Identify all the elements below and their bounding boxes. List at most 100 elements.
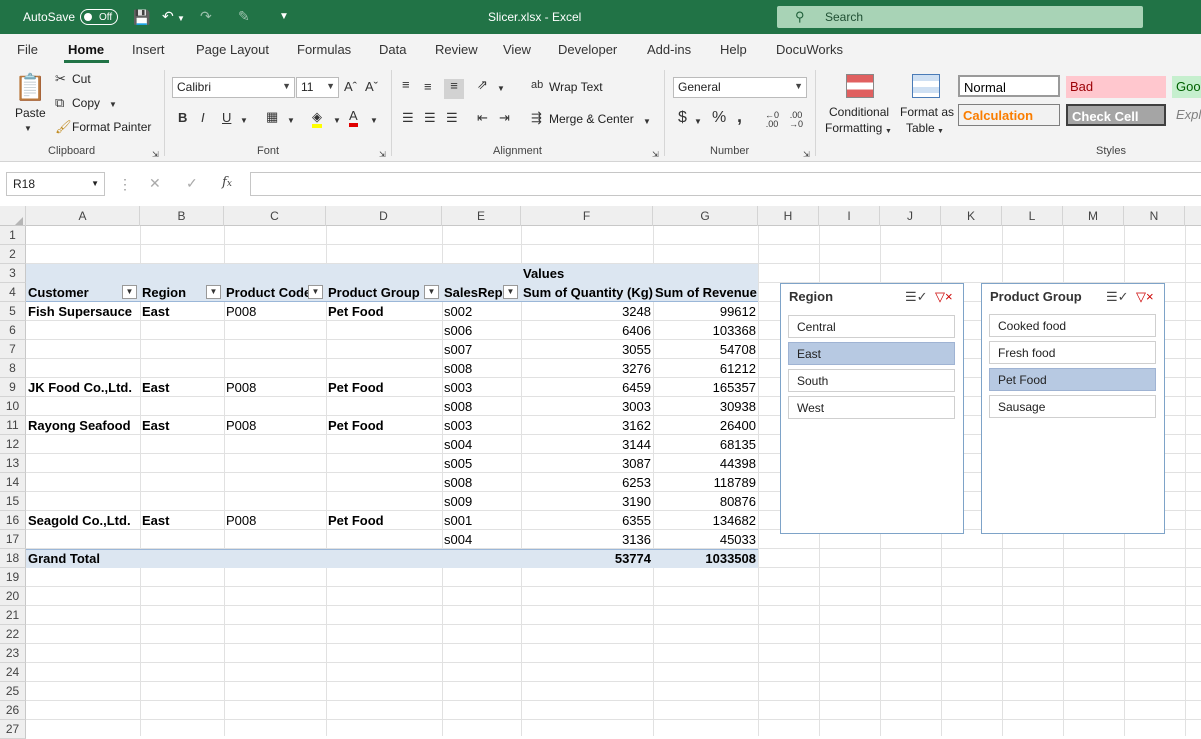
pivot-cell-group[interactable] (326, 359, 442, 378)
draw-icon[interactable]: ✎ (238, 9, 250, 23)
pivot-cell-code[interactable] (224, 321, 326, 340)
style-normal[interactable]: Normal (958, 75, 1060, 97)
column-header[interactable]: F (521, 206, 653, 226)
format-as-table-line1[interactable]: Format as (900, 105, 954, 119)
pivot-cell-region[interactable]: East (140, 302, 224, 321)
customize-toolbar-icon[interactable]: ▼ (279, 10, 289, 24)
row-header[interactable]: 12 (0, 435, 26, 454)
pivot-cell-region[interactable] (140, 473, 224, 492)
clipboard-launcher-icon[interactable]: ⇲ (152, 148, 159, 162)
pivot-cell-code[interactable] (224, 435, 326, 454)
pivot-cell-region[interactable] (140, 340, 224, 359)
fill-color-icon[interactable]: ◈ (312, 110, 322, 128)
pivot-cell-group[interactable]: Pet Food (326, 511, 442, 530)
pivot-cell-code[interactable] (224, 454, 326, 473)
pivot-cell-customer[interactable] (26, 492, 140, 511)
undo-dropdown-icon[interactable]: ▼ (177, 12, 185, 26)
pivot-cell-customer[interactable] (26, 321, 140, 340)
column-header[interactable]: A (26, 206, 140, 226)
row-header[interactable]: 15 (0, 492, 26, 511)
bold-icon[interactable]: B (178, 111, 187, 125)
tab-add-ins[interactable]: Add-ins (647, 42, 691, 57)
pivot-cell-rep[interactable]: s003 (442, 378, 521, 397)
wrap-text-icon[interactable]: ab (531, 78, 543, 92)
align-right-icon[interactable]: ☰ (446, 111, 458, 125)
copy-icon[interactable]: ⧉ (55, 96, 64, 110)
redo-icon[interactable]: ↷ (200, 9, 212, 23)
pivot-cell-qty[interactable]: 3144 (521, 435, 653, 454)
tab-formulas[interactable]: Formulas (297, 42, 351, 57)
borders-icon[interactable]: ▦ (266, 110, 278, 124)
italic-icon[interactable]: I (201, 111, 205, 125)
conditional-formatting-dropdown-icon[interactable]: ▼ (885, 125, 892, 139)
row-header[interactable]: 22 (0, 625, 26, 644)
alignment-launcher-icon[interactable]: ⇲ (652, 148, 659, 162)
filter-active-icon[interactable]: ▼ (206, 285, 221, 299)
comma-style-icon[interactable]: , (737, 107, 742, 125)
currency-dropdown-icon[interactable]: ▼ (694, 115, 702, 129)
pivot-cell-rev[interactable]: 80876 (653, 492, 758, 511)
format-painter-button[interactable]: Format Painter (72, 120, 151, 134)
style-bad[interactable]: Bad (1066, 76, 1166, 98)
conditional-formatting-line2[interactable]: Formatting (825, 121, 882, 135)
align-middle-icon[interactable]: ≡ (424, 80, 432, 94)
borders-dropdown-icon[interactable]: ▼ (287, 114, 295, 128)
pivot-cell-code[interactable] (224, 359, 326, 378)
pivot-cell-region[interactable]: East (140, 511, 224, 530)
font-launcher-icon[interactable]: ⇲ (379, 148, 386, 162)
currency-icon[interactable]: $ (678, 110, 687, 126)
pivot-cell-qty[interactable]: 3248 (521, 302, 653, 321)
clear-filter-icon[interactable]: ▽× (935, 289, 953, 305)
tab-file[interactable]: File (17, 42, 38, 57)
copy-dropdown-icon[interactable]: ▼ (109, 98, 117, 112)
pivot-cell-rev[interactable]: 103368 (653, 321, 758, 340)
product-group-slicer[interactable]: Product Group ☰✓ ▽× Cooked food Fresh foo… (981, 283, 1165, 534)
row-header[interactable]: 6 (0, 321, 26, 340)
tab-insert[interactable]: Insert (132, 42, 165, 57)
column-header[interactable]: M (1063, 206, 1124, 226)
multi-select-icon[interactable]: ☰✓ (905, 289, 928, 305)
row-header[interactable]: 21 (0, 606, 26, 625)
search-box[interactable]: ⚲ Search (777, 6, 1143, 28)
format-as-table-line2[interactable]: Table (906, 121, 935, 135)
pivot-cell-code[interactable] (224, 530, 326, 549)
pivot-cell-qty[interactable]: 3087 (521, 454, 653, 473)
pivot-cell-region[interactable] (140, 435, 224, 454)
row-header[interactable]: 20 (0, 587, 26, 606)
orientation-icon[interactable]: ⇗ (477, 78, 488, 92)
pivot-cell-rev[interactable]: 68135 (653, 435, 758, 454)
tab-help[interactable]: Help (720, 42, 747, 57)
pivot-cell-rep[interactable]: s001 (442, 511, 521, 530)
pivot-cell-qty[interactable]: 6355 (521, 511, 653, 530)
align-top-icon[interactable]: ≡ (402, 78, 410, 92)
row-header[interactable]: 1 (0, 226, 26, 245)
tab-view[interactable]: View (503, 42, 531, 57)
pivot-cell-rep[interactable]: s008 (442, 359, 521, 378)
pivot-cell-qty[interactable]: 3003 (521, 397, 653, 416)
pivot-cell-group[interactable] (326, 492, 442, 511)
pivot-cell-group[interactable]: Pet Food (326, 416, 442, 435)
pivot-cell-qty[interactable]: 6459 (521, 378, 653, 397)
align-left-icon[interactable]: ☰ (402, 111, 414, 125)
filter-dropdown-icon[interactable]: ▼ (122, 285, 137, 299)
underline-icon[interactable]: U (222, 111, 231, 125)
pivot-cell-region[interactable] (140, 492, 224, 511)
insert-function-icon[interactable]: fx (222, 175, 232, 190)
paste-button[interactable]: Paste (15, 106, 46, 120)
pivot-cell-code[interactable]: P008 (224, 378, 326, 397)
decrease-decimal-icon[interactable]: .00 →0 (789, 111, 803, 129)
format-painter-icon[interactable]: 🖌 (55, 120, 72, 134)
format-as-table-icon[interactable] (912, 74, 940, 98)
pivot-cell-region[interactable] (140, 359, 224, 378)
orientation-dropdown-icon[interactable]: ▼ (497, 82, 505, 96)
row-header[interactable]: 4 (0, 283, 26, 302)
decrease-indent-icon[interactable]: ⇤ (477, 111, 488, 125)
pivot-cell-region[interactable]: East (140, 416, 224, 435)
number-launcher-icon[interactable]: ⇲ (803, 148, 810, 162)
font-name-select[interactable]: Calibri ▼ (172, 77, 295, 98)
slicer-item[interactable]: Fresh food (989, 341, 1156, 364)
wrap-text-button[interactable]: Wrap Text (549, 80, 603, 94)
pivot-cell-rev[interactable]: 44398 (653, 454, 758, 473)
slicer-item[interactable]: East (788, 342, 955, 365)
pivot-cell-customer[interactable] (26, 340, 140, 359)
